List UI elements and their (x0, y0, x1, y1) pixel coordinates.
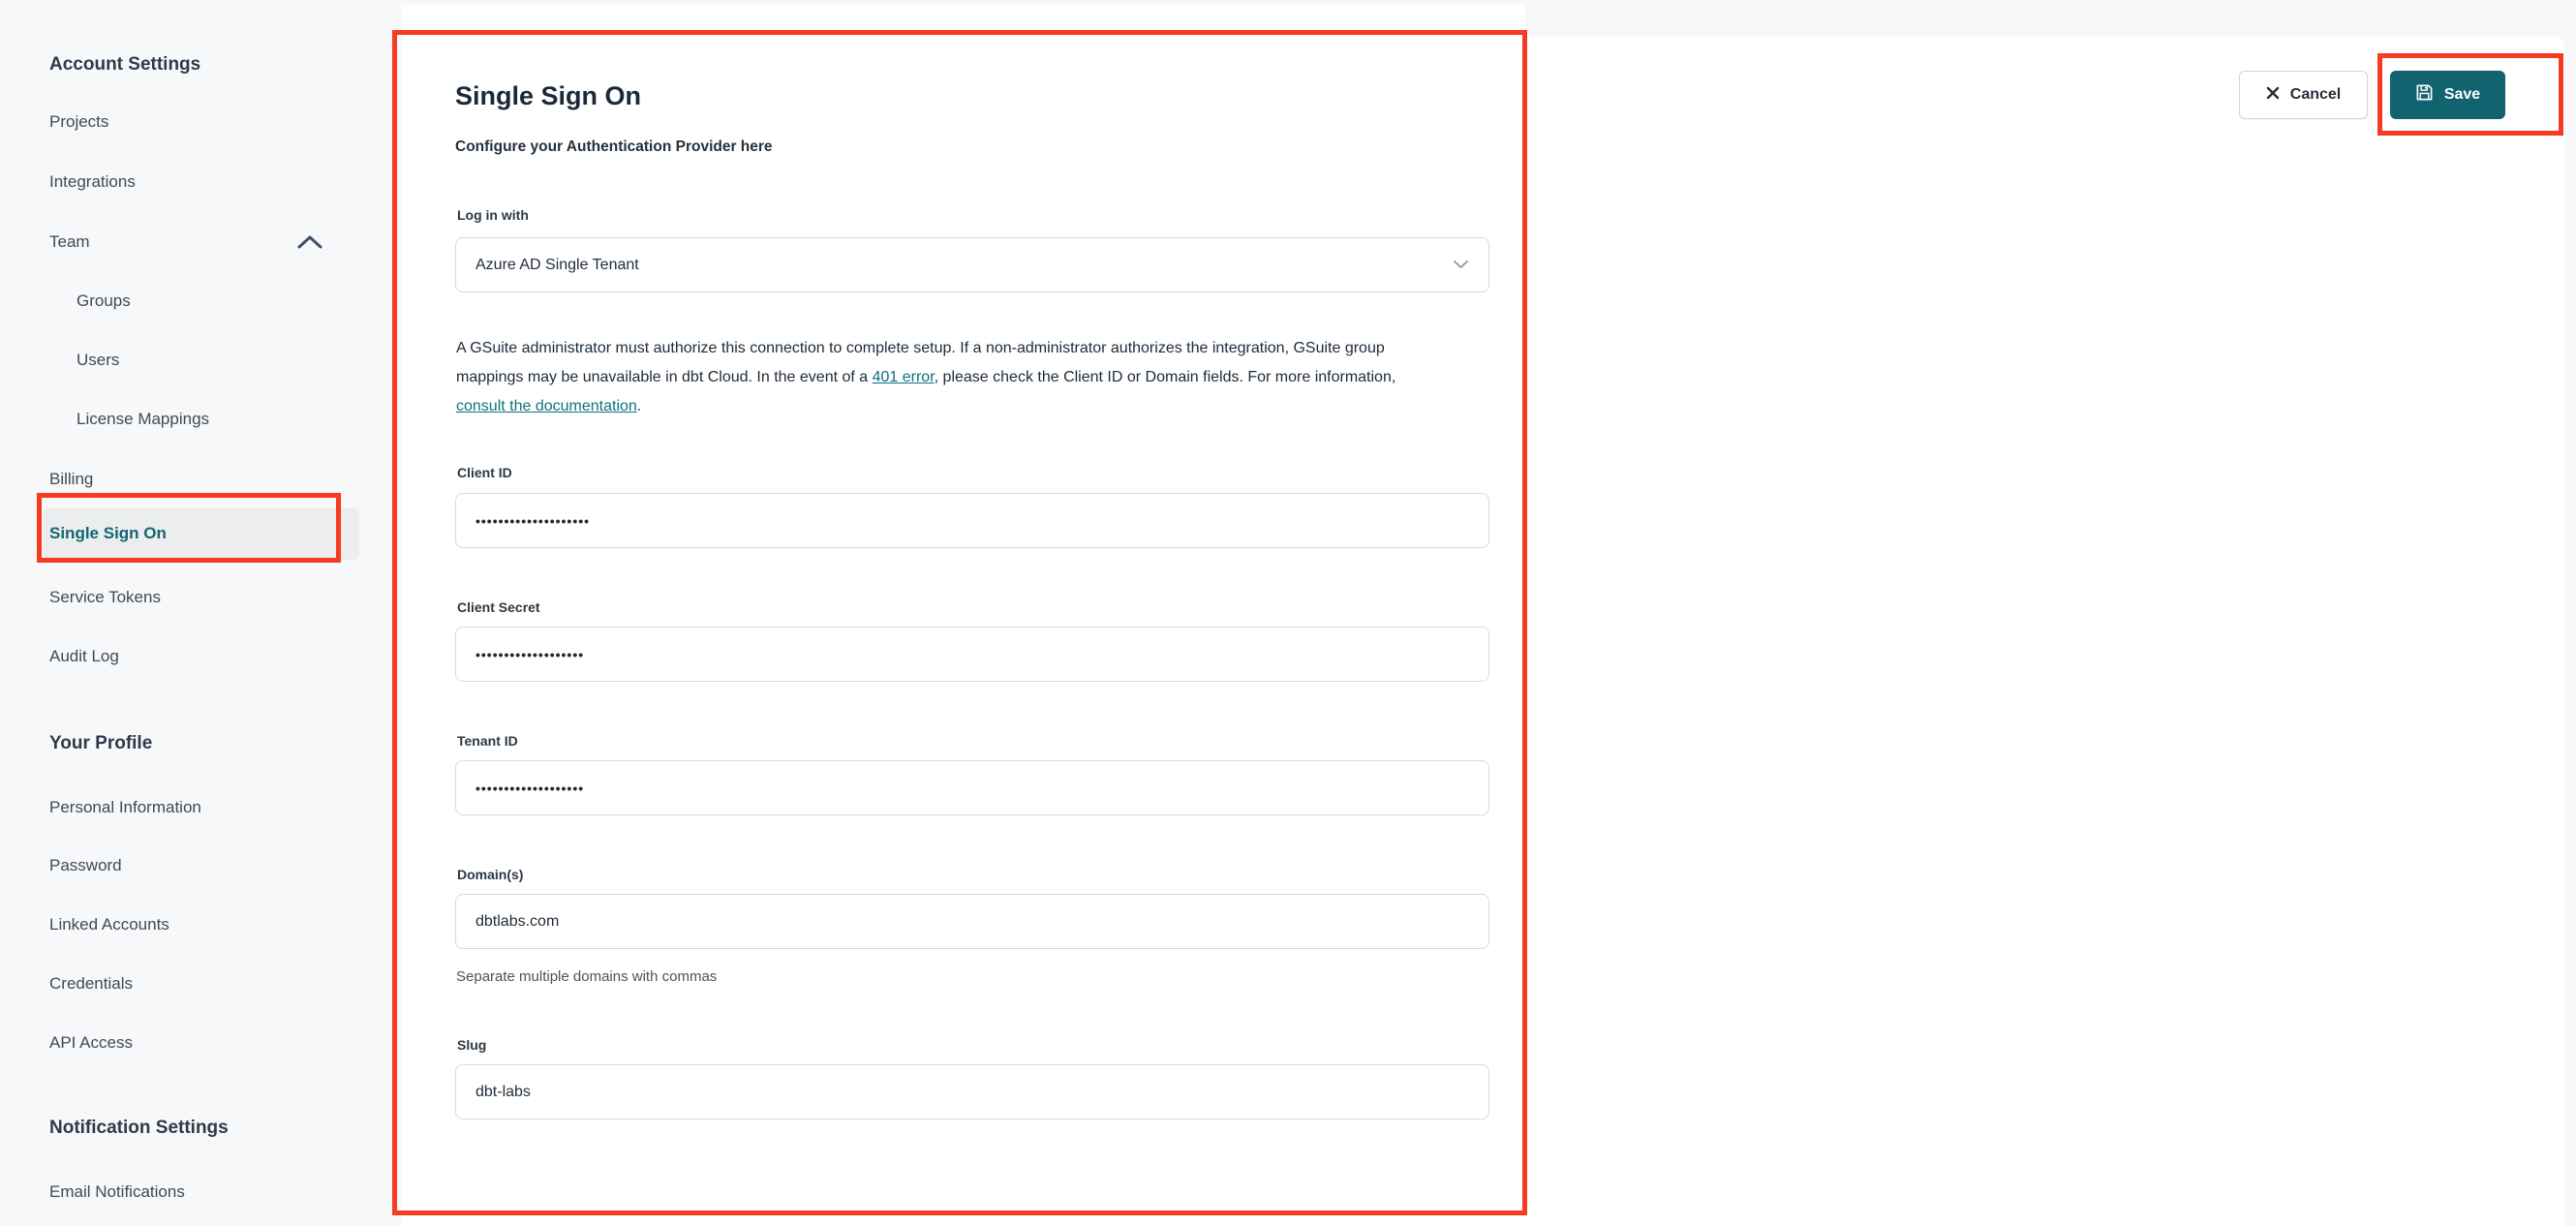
sidebar-item-billing[interactable]: Billing (49, 470, 93, 489)
login-with-selected-value: Azure AD Single Tenant (475, 256, 639, 273)
save-disk-icon (2415, 83, 2434, 107)
sidebar-item-password[interactable]: Password (49, 856, 122, 875)
sidebar-item-users[interactable]: Users (77, 351, 119, 370)
save-button[interactable]: Save (2390, 71, 2505, 119)
sidebar-item-service-tokens[interactable]: Service Tokens (49, 588, 161, 607)
settings-sidebar: Account Settings Projects Integrations T… (0, 0, 402, 1226)
login-with-label: Log in with (457, 207, 529, 223)
link-401-error[interactable]: 401 error (873, 369, 935, 385)
chevron-down-icon (1453, 257, 1469, 274)
link-consult-documentation[interactable]: consult the documentation (456, 398, 637, 414)
cancel-button[interactable]: Cancel (2239, 71, 2368, 119)
client-id-label: Client ID (457, 465, 512, 480)
sidebar-item-projects[interactable]: Projects (49, 112, 108, 132)
notice-segment: , please check the Client ID or Domain f… (934, 369, 1396, 385)
cancel-button-label: Cancel (2289, 86, 2342, 103)
slug-input[interactable] (455, 1064, 1489, 1119)
sidebar-item-license-mappings[interactable]: License Mappings (77, 410, 209, 429)
sidebar-item-groups[interactable]: Groups (77, 291, 131, 311)
tenant-id-input[interactable] (455, 760, 1489, 815)
notice-segment: . (636, 398, 642, 414)
sidebar-item-single-sign-on-label: Single Sign On (49, 524, 167, 542)
sidebar-heading-account-settings: Account Settings (49, 54, 201, 75)
sidebar-heading-your-profile: Your Profile (49, 733, 153, 753)
tenant-id-label: Tenant ID (457, 733, 518, 749)
client-id-input[interactable] (455, 493, 1489, 548)
sso-notice-text: A GSuite administrator must authorize th… (456, 334, 1439, 421)
sidebar-item-team[interactable]: Team (49, 232, 90, 252)
close-icon (2266, 86, 2280, 105)
sidebar-item-linked-accounts[interactable]: Linked Accounts (49, 915, 169, 935)
sidebar-item-credentials[interactable]: Credentials (49, 974, 133, 994)
sidebar-item-single-sign-on-active[interactable]: Single Sign On (44, 507, 359, 560)
chevron-up-icon[interactable] (296, 234, 323, 250)
sidebar-heading-notification-settings: Notification Settings (49, 1118, 229, 1138)
client-secret-input[interactable] (455, 627, 1489, 682)
sidebar-item-api-access[interactable]: API Access (49, 1033, 133, 1053)
sidebar-item-audit-log[interactable]: Audit Log (49, 647, 119, 666)
domains-label: Domain(s) (457, 867, 524, 882)
domains-input[interactable] (455, 894, 1489, 949)
login-with-select[interactable]: Azure AD Single Tenant (455, 237, 1489, 292)
form-card-top-edge (402, 5, 1525, 36)
page-title: Single Sign On (455, 81, 642, 110)
slug-label: Slug (457, 1037, 487, 1053)
domains-helper-text: Separate multiple domains with commas (456, 968, 718, 985)
client-secret-label: Client Secret (457, 599, 540, 615)
sidebar-item-email-notifications[interactable]: Email Notifications (49, 1182, 185, 1202)
save-button-label: Save (2443, 86, 2481, 103)
sidebar-item-personal-information[interactable]: Personal Information (49, 798, 201, 817)
sidebar-item-integrations[interactable]: Integrations (49, 172, 136, 192)
page-subtitle: Configure your Authentication Provider h… (455, 138, 773, 155)
